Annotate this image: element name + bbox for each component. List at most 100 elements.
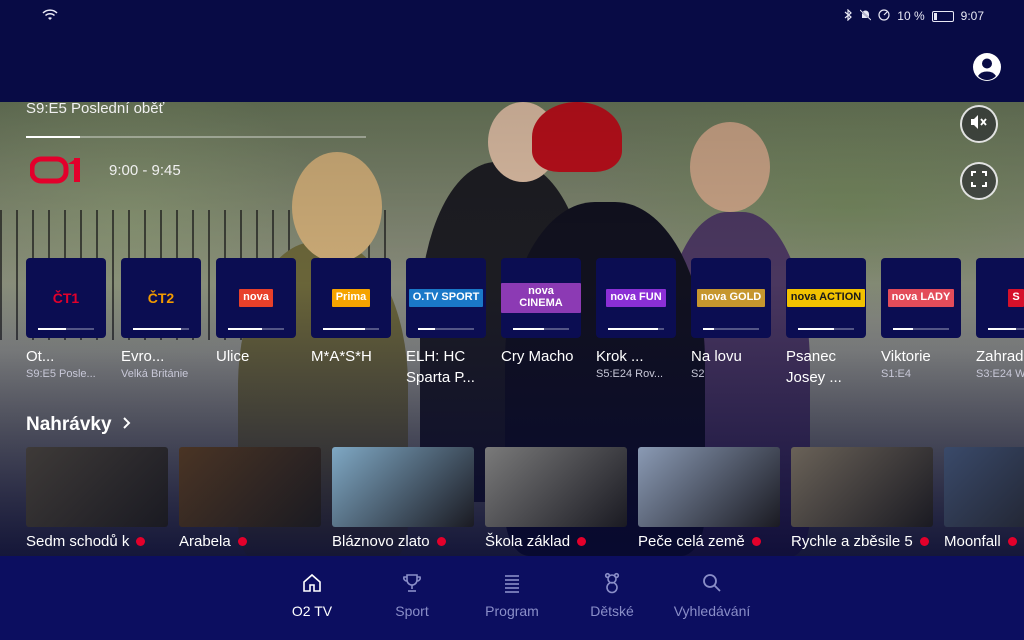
channel-program-subtitle: S5:E24 Rov...	[596, 368, 664, 380]
nav-item-vyhledávání[interactable]: Vyhledávání	[662, 556, 762, 640]
recording-thumbnail[interactable]	[638, 447, 780, 527]
home-icon	[301, 572, 323, 603]
recording-title: Škola základ	[485, 533, 571, 550]
nav-item-o2-tv[interactable]: O2 TV	[262, 556, 362, 640]
bluetooth-icon	[844, 8, 853, 24]
channel-logo: O.TV SPORT	[408, 289, 484, 307]
channel-progress	[798, 328, 854, 330]
channel-tile[interactable]: nova GOLD	[691, 258, 771, 338]
battery-icon	[931, 10, 954, 22]
channel-tile[interactable]: nova FUN	[596, 258, 676, 338]
recording-item[interactable]: Peče celá země	[638, 447, 780, 550]
recording-thumbnail[interactable]	[179, 447, 321, 527]
recording-thumbnail[interactable]	[944, 447, 1024, 527]
channel-tile[interactable]: nova CINEMA	[501, 258, 581, 338]
recording-title: Peče celá země	[638, 533, 745, 550]
channel-item[interactable]: S Zahrad... S3:E24 W	[976, 258, 1024, 380]
nav-item-program[interactable]: Program	[462, 556, 562, 640]
channel-tile[interactable]: ČT2	[121, 258, 201, 338]
profile-icon[interactable]	[972, 52, 1002, 82]
channel-progress	[608, 328, 664, 330]
channel-logo: nova ACTION	[786, 289, 866, 307]
nav-item-label: O2 TV	[291, 603, 333, 619]
channel-progress	[988, 328, 1024, 330]
fullscreen-button[interactable]	[960, 162, 998, 200]
channel-progress	[323, 328, 379, 330]
recording-thumbnail[interactable]	[26, 447, 168, 527]
recording-item[interactable]: Arabela	[179, 447, 321, 550]
channel-item[interactable]: Prima M*A*S*H	[311, 258, 391, 368]
episode-title: S9:E5 Poslední oběť	[26, 100, 165, 117]
channel-progress	[893, 328, 949, 330]
channel-progress	[703, 328, 759, 330]
channel-program-title: Zahrad...	[976, 348, 1024, 365]
recording-item[interactable]: Škola základ	[485, 447, 627, 550]
channel-logo: ČT1	[52, 289, 80, 306]
channel-tile[interactable]: ČT1	[26, 258, 106, 338]
channel-program-title: ELH: HC Sparta P...	[406, 348, 475, 386]
channel-item[interactable]: ČT1 Ot... S9:E5 Posle...	[26, 258, 106, 380]
recording-title: Arabela	[179, 533, 231, 550]
channel-logo: S	[1008, 289, 1024, 307]
channel-tile[interactable]: nova LADY	[881, 258, 961, 338]
recording-item[interactable]: Sedm schodů k	[26, 447, 168, 550]
recording-thumbnail[interactable]	[332, 447, 474, 527]
chevron-right-icon	[122, 414, 131, 436]
recording-thumbnail[interactable]	[485, 447, 627, 527]
channel-item[interactable]: nova CINEMA Cry Macho	[501, 258, 581, 368]
channel-logo: nova LADY	[887, 289, 955, 307]
recording-item[interactable]: Moonfall	[944, 447, 1024, 550]
channel-program-title: Cry Macho	[501, 348, 574, 365]
channel-progress	[38, 328, 94, 330]
channel-logo: nova	[239, 289, 273, 307]
top-bar	[0, 32, 1024, 102]
channel-program-title: M*A*S*H	[311, 348, 372, 365]
channel-tile[interactable]: Prima	[311, 258, 391, 338]
channel-program-title: Ulice	[216, 348, 250, 365]
channel-logo: nova CINEMA	[501, 283, 581, 313]
channel-item[interactable]: O.TV SPORT ELH: HC Sparta P...	[406, 258, 486, 388]
recording-dot-icon	[919, 537, 929, 546]
channel-tile[interactable]: S	[976, 258, 1024, 338]
channel-item[interactable]: ČT2 Evro... Velká Británie	[121, 258, 201, 380]
recording-item[interactable]: Rychle a zběsile 5	[791, 447, 933, 550]
channel-progress	[133, 328, 189, 330]
channel-program-title: Viktorie	[881, 348, 931, 365]
recording-thumbnail[interactable]	[791, 447, 933, 527]
channel-item[interactable]: nova GOLD Na lovu S2	[691, 258, 771, 380]
channel-item[interactable]: nova Ulice	[216, 258, 296, 368]
recording-dot-icon	[136, 537, 146, 546]
mute-button[interactable]	[960, 105, 998, 143]
channel-tile[interactable]: nova ACTION	[786, 258, 866, 338]
recording-item[interactable]: Bláznovo zlato	[332, 447, 474, 550]
channel-progress	[228, 328, 284, 330]
playback-progress	[26, 136, 366, 138]
recording-dot-icon	[751, 537, 761, 546]
channel-row: ČT1 Ot... S9:E5 Posle... ČT2 Evro... Velká Br…	[26, 258, 1024, 388]
nav-item-dětské[interactable]: Dětské	[562, 556, 662, 640]
fullscreen-icon	[971, 170, 987, 192]
channel-progress	[418, 328, 474, 330]
search-icon	[701, 572, 723, 603]
channel-item[interactable]: nova LADY Viktorie S1:E4	[881, 258, 961, 380]
channel-tile[interactable]: nova	[216, 258, 296, 338]
channel-program-title: Na lovu	[691, 348, 742, 365]
nav-item-sport[interactable]: Sport	[362, 556, 462, 640]
recordings-row: Sedm schodů k Arabela Bláznovo zlato Škola …	[26, 447, 1024, 557]
channel-tile[interactable]: O.TV SPORT	[406, 258, 486, 338]
bell-muted-icon	[859, 8, 872, 24]
recording-dot-icon	[436, 537, 446, 546]
channel-program-subtitle: S3:E24 W	[976, 368, 1024, 380]
nav-item-label: Vyhledávání	[673, 603, 751, 619]
channel-item[interactable]: nova ACTION Psanec Josey ...	[786, 258, 866, 388]
recording-dot-icon	[577, 537, 587, 546]
channel-item[interactable]: nova FUN Krok ... S5:E24 Rov...	[596, 258, 676, 380]
channel-program-title: Krok ...	[596, 348, 644, 365]
recordings-heading[interactable]: Nahrávky	[26, 414, 131, 436]
channel-program-subtitle: S9:E5 Posle...	[26, 368, 96, 380]
recording-title: Bláznovo zlato	[332, 533, 430, 550]
nav-item-label: Dětské	[590, 603, 634, 619]
nav-item-label: Program	[485, 603, 539, 619]
channel-logo: ČT2	[147, 289, 175, 306]
recordings-heading-label: Nahrávky	[26, 414, 112, 435]
